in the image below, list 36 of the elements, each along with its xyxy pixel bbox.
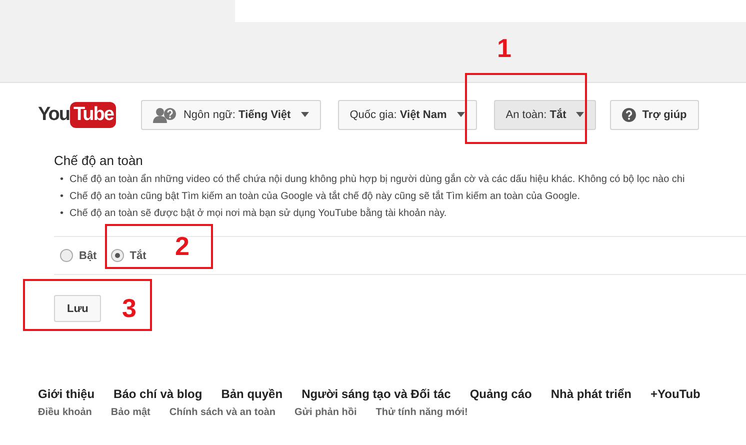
radio-button[interactable] (110, 249, 124, 262)
dropdown-button[interactable]: Quốc gia: Việt Nam (338, 100, 477, 130)
bullet-text: Chế độ an toàn cũng bật Tìm kiếm an toàn của Google và tắt chế độ này cũng sẽ tắt Tìm kiếm an toàn của Google. (70, 189, 580, 204)
footer-link[interactable]: +YouTub (650, 387, 700, 401)
footer-link[interactable]: Gửi phản hồi (294, 407, 357, 418)
footer-link[interactable]: Quảng cáo (470, 387, 532, 401)
people-icon (153, 106, 178, 122)
radio-button[interactable] (60, 249, 73, 262)
footer-link[interactable]: Bảo mật (110, 407, 150, 418)
bullet-text: Chế độ an toàn sẽ được bật ở mọi nơi mà bạn sử dụng YouTube bằng tài khoản này. (70, 206, 447, 221)
footer-link[interactable]: Giới thiệu (38, 387, 95, 401)
footer-link[interactable]: Báo chí và blog (114, 387, 202, 401)
footer-link[interactable]: Nhà phát triển (550, 387, 632, 401)
bullet-marker: • (60, 190, 64, 204)
bullet-marker: • (60, 206, 64, 220)
radio-label[interactable]: Tắt (130, 250, 146, 262)
step-number: 2 (175, 231, 190, 262)
bullet-text: Chế độ an toàn ẩn những video có thể chứa nội dung không phù hợp bị người dùng gắn cờ và các dấu hiệu khác. Không có bộ lọc nào chi (70, 172, 685, 187)
caret-icon (456, 112, 465, 117)
footer-link[interactable]: Người sáng tạo và Đối tác (302, 387, 451, 401)
step-number: 1 (497, 33, 512, 64)
help-button[interactable]: Trợ giúp (610, 100, 699, 130)
help-icon (622, 108, 636, 122)
save-button[interactable]: Lưu (54, 295, 102, 322)
radio-label[interactable]: Bật (79, 250, 97, 262)
footer-link[interactable]: Chính sách và an toàn (169, 407, 276, 418)
dropdown-button[interactable]: An toàn: Tắt (494, 100, 596, 130)
section-title: Chế độ an toàn (54, 153, 144, 168)
bullet-marker: • (60, 172, 64, 186)
footer-link[interactable]: Bản quyền (221, 387, 283, 401)
step-number: 3 (122, 293, 136, 324)
caret-icon (576, 112, 584, 117)
dropdown-button[interactable]: Ngôn ngữ: Tiếng Việt (141, 100, 321, 130)
caret-icon (300, 112, 309, 117)
footer-link[interactable]: Điều khoản (38, 407, 92, 418)
footer-link[interactable]: Thử tính năng mới! (376, 407, 468, 418)
